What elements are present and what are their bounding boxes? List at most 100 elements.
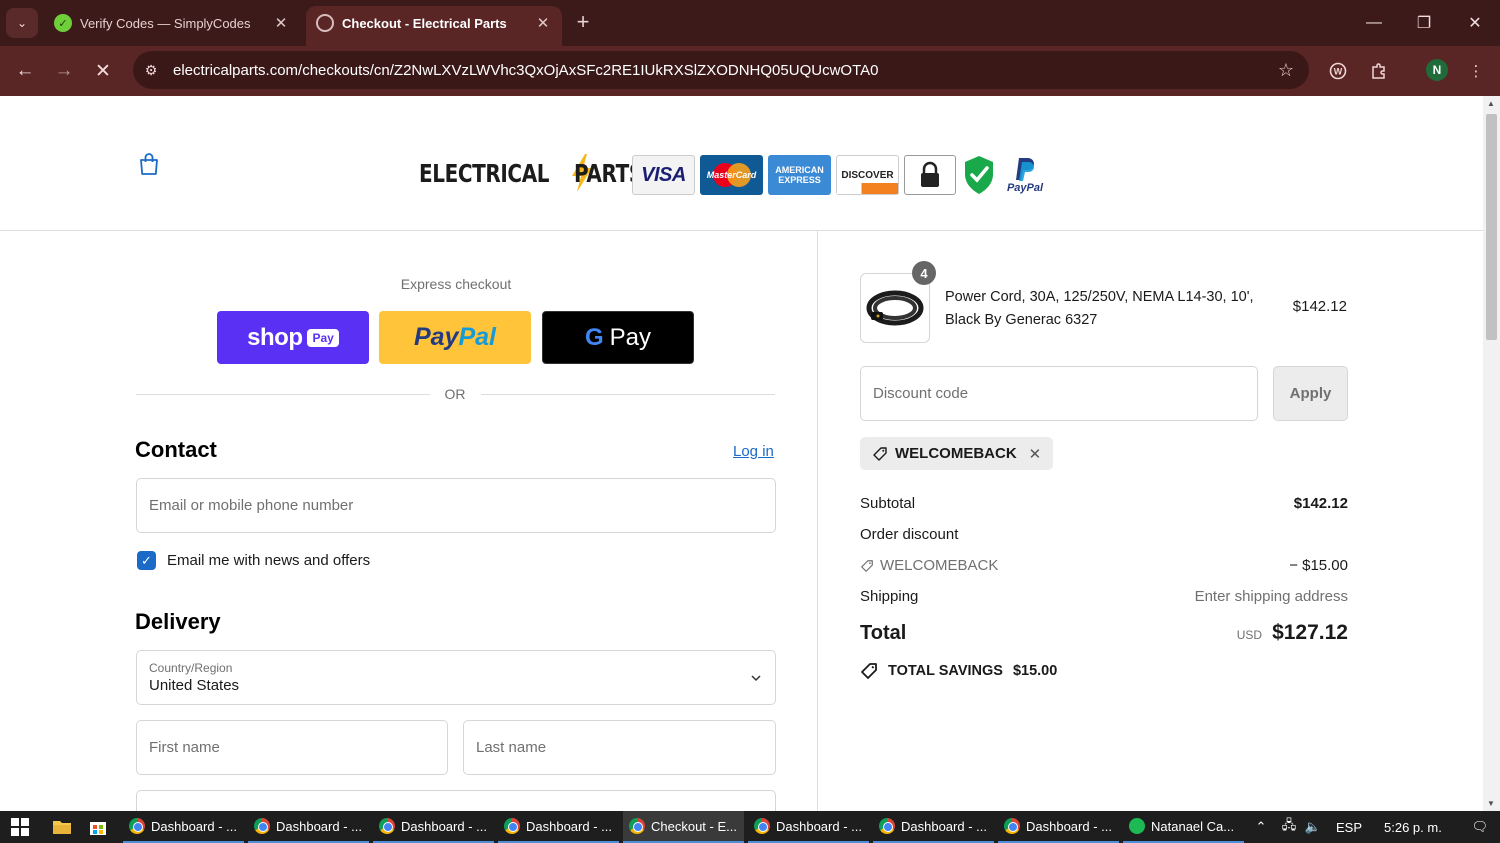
close-window-button[interactable]: ✕	[1452, 8, 1498, 38]
email-field[interactable]: Email or mobile phone number	[136, 478, 776, 533]
email-placeholder: Email or mobile phone number	[149, 497, 354, 514]
network-icon[interactable]: 🖧	[1276, 816, 1302, 838]
more-menu-icon[interactable]: ⋮	[1463, 58, 1489, 84]
visa-badge: VISA	[632, 155, 695, 195]
country-value: United States	[149, 677, 240, 694]
order-discount-row: Order discount	[860, 526, 1348, 543]
tab-verify-codes[interactable]: ✓ Verify Codes — SimplyCodes ✕	[44, 6, 300, 40]
taskbar-app[interactable]: Dashboard - ...	[498, 811, 619, 843]
extension-icon[interactable]: W	[1325, 58, 1351, 84]
padlock-icon	[921, 161, 939, 187]
scroll-up-arrow-icon[interactable]: ▲	[1487, 99, 1495, 108]
taskbar-app-label: Dashboard - ...	[401, 818, 487, 834]
simplycodes-icon: ✓	[54, 14, 72, 32]
last-name-field[interactable]: Last name	[463, 720, 776, 775]
scrollbar-thumb[interactable]	[1486, 114, 1497, 340]
stop-loading-button[interactable]: ✕	[88, 56, 118, 86]
shopping-bag-icon[interactable]	[137, 151, 161, 177]
taskbar-app[interactable]: Dashboard - ...	[123, 811, 244, 843]
taskbar-app-label: Dashboard - ...	[776, 818, 862, 834]
taskbar-app-label: Dashboard - ...	[1026, 818, 1112, 834]
paypal-word-pal: Pal	[458, 323, 496, 351]
spotify-icon	[1129, 818, 1145, 834]
extensions-puzzle-icon[interactable]	[1366, 58, 1392, 84]
store-icon[interactable]	[87, 816, 109, 838]
apply-discount-button[interactable]: Apply	[1273, 366, 1348, 421]
brand-logo[interactable]: ELECTRICAL PARTS	[419, 153, 660, 193]
tag-icon	[873, 446, 887, 461]
stripe-secure-badge	[904, 155, 956, 195]
google-pay-button[interactable]: G Pay	[542, 311, 694, 364]
tab-checkout[interactable]: Checkout - Electrical Parts ✕	[306, 6, 562, 46]
brand-word-left: ELECTRICAL	[419, 158, 550, 188]
discount-value: − $15.00	[1289, 557, 1348, 574]
site-info-icon[interactable]: ⚙	[141, 62, 161, 79]
power-cord-image	[866, 290, 924, 326]
scroll-down-arrow-icon[interactable]: ▼	[1487, 799, 1495, 808]
profile-avatar[interactable]: N	[1426, 59, 1448, 81]
volume-icon[interactable]: 🔈	[1302, 819, 1324, 835]
subtotal-value: $142.12	[1293, 495, 1348, 512]
mastercard-badge: MasterCard	[700, 155, 763, 195]
chrome-icon	[879, 818, 895, 834]
country-select[interactable]: Country/Region United States	[136, 650, 776, 705]
taskbar-app-label: Checkout - E...	[651, 818, 737, 834]
discover-badge: DISCOVER	[836, 155, 899, 195]
subtotal-row: Subtotal $142.12	[860, 495, 1348, 512]
tab-title: Verify Codes — SimplyCodes	[80, 15, 251, 31]
taskbar-app[interactable]: Natanael Ca...	[1123, 811, 1244, 843]
gpay-wordmark: Pay	[609, 323, 652, 351]
address-bar[interactable]: ⚙ electricalparts.com/checkouts/cn/Z2NwL…	[133, 51, 1309, 89]
taskbar-app[interactable]: Dashboard - ...	[373, 811, 494, 843]
loading-icon	[316, 14, 334, 32]
newsletter-checkbox[interactable]: ✓	[137, 551, 156, 570]
close-icon[interactable]: ✕	[272, 14, 290, 32]
or-divider-right	[481, 394, 775, 395]
paypal-badge: PayPal	[1002, 154, 1048, 196]
url-text[interactable]: electricalparts.com/checkouts/cn/Z2NwLXV…	[173, 62, 1271, 79]
language-indicator[interactable]: ESP	[1336, 820, 1362, 835]
close-icon[interactable]: ✕	[534, 14, 552, 32]
next-address-field[interactable]	[136, 790, 776, 811]
first-name-field[interactable]: First name	[136, 720, 448, 775]
amex-badge: AMERICAN EXPRESS	[768, 155, 831, 195]
order-discount-label: Order discount	[860, 526, 959, 543]
login-link[interactable]: Log in	[733, 443, 774, 460]
chrome-icon	[1004, 818, 1020, 834]
paypal-button[interactable]: Pay Pal	[379, 311, 531, 364]
new-tab-button[interactable]: +	[570, 10, 596, 36]
tab-search-button[interactable]: ⌄	[6, 8, 38, 38]
product-price: $142.12	[1292, 298, 1347, 315]
file-explorer-icon[interactable]	[51, 816, 73, 838]
paypal-p-icon	[1016, 158, 1034, 181]
newsletter-label[interactable]: Email me with news and offers	[167, 552, 370, 569]
page-scrollbar[interactable]: ▲ ▼	[1483, 96, 1500, 811]
back-button[interactable]: ←	[10, 56, 40, 86]
remove-code-icon[interactable]: ✕	[1029, 445, 1042, 463]
delivery-heading: Delivery	[135, 609, 221, 634]
discount-code-label: WELCOMEBACK	[860, 557, 998, 574]
taskbar-app[interactable]: Dashboard - ...	[998, 811, 1119, 843]
bookmark-star-icon[interactable]: ☆	[1271, 60, 1301, 81]
total-label: Total	[860, 621, 907, 644]
applied-code-chip: WELCOMEBACK ✕	[860, 437, 1054, 470]
restore-button[interactable]: ❐	[1401, 8, 1447, 38]
taskbar-app-label: Dashboard - ...	[526, 818, 612, 834]
taskbar-app-active[interactable]: Checkout - E...	[623, 811, 744, 843]
taskbar-app-label: Dashboard - ...	[276, 818, 362, 834]
minimize-button[interactable]: —	[1351, 8, 1397, 38]
windows-start-icon[interactable]	[9, 816, 31, 838]
taskbar-app[interactable]: Dashboard - ...	[248, 811, 369, 843]
shop-wordmark: shop	[247, 323, 303, 351]
discount-code-field[interactable]: Discount code	[860, 366, 1258, 421]
clock[interactable]: 5:26 p. m.	[1384, 820, 1442, 835]
forward-button[interactable]: →	[49, 56, 79, 86]
discover-text: DISCOVER	[841, 169, 894, 181]
shop-pay-button[interactable]: shop Pay	[217, 311, 369, 364]
taskbar-app[interactable]: Dashboard - ...	[873, 811, 994, 843]
checkout-page: ELECTRICAL PARTS VISA MasterCard AMERICA…	[0, 96, 1483, 811]
show-hidden-icons-icon[interactable]: ⌃	[1252, 819, 1270, 835]
taskbar-app[interactable]: Dashboard - ...	[748, 811, 869, 843]
notifications-icon[interactable]: 🗨	[1470, 819, 1490, 835]
browser-toolbar: ← → ✕ ⚙ electricalparts.com/checkouts/cn…	[0, 46, 1500, 96]
